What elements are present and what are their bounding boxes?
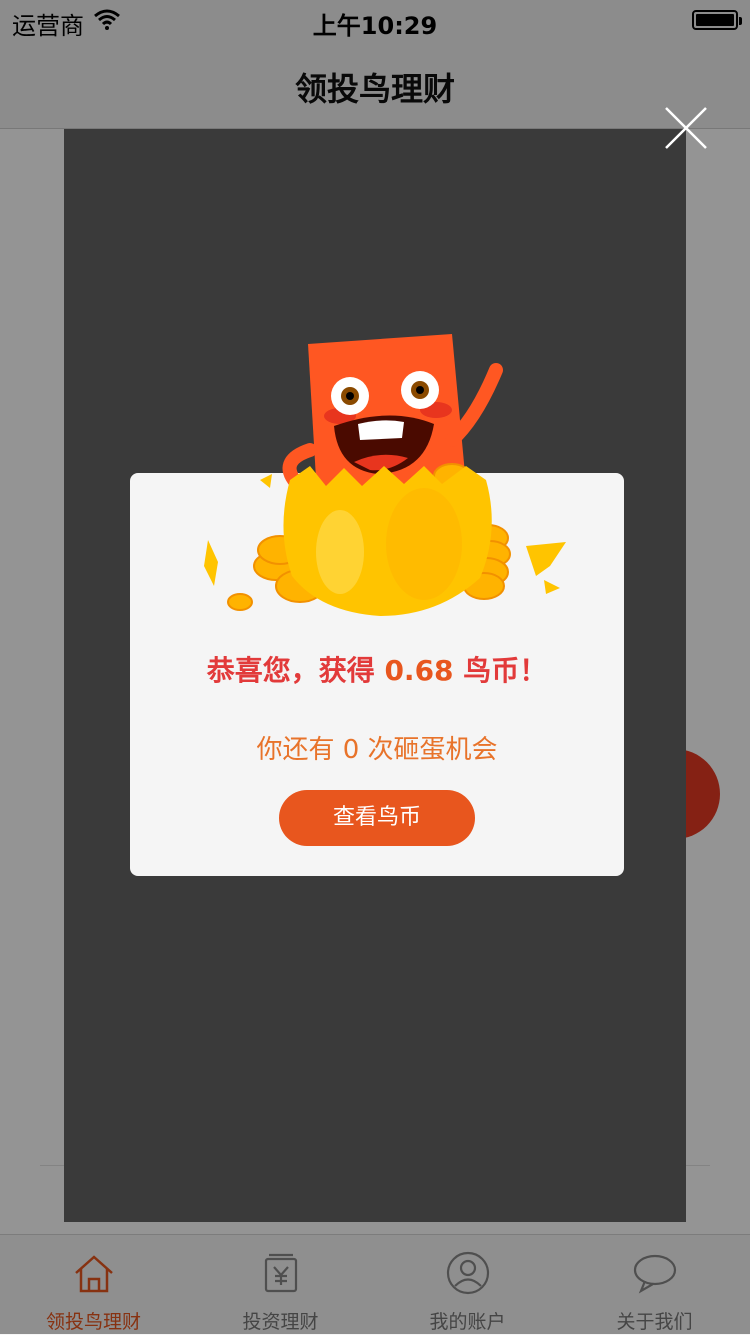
remaining-chances: 你还有 0 次砸蛋机会 [256,735,498,765]
view-coins-button[interactable]: 查看鸟币 [279,790,475,846]
mascot-egg-illustration [204,334,566,616]
chance-count: 0 [342,735,360,765]
close-icon[interactable] [660,102,712,154]
reward-message: 恭喜您，获得 0.68 鸟币！ [206,654,548,687]
reward-amount: 0.68 [384,654,454,687]
